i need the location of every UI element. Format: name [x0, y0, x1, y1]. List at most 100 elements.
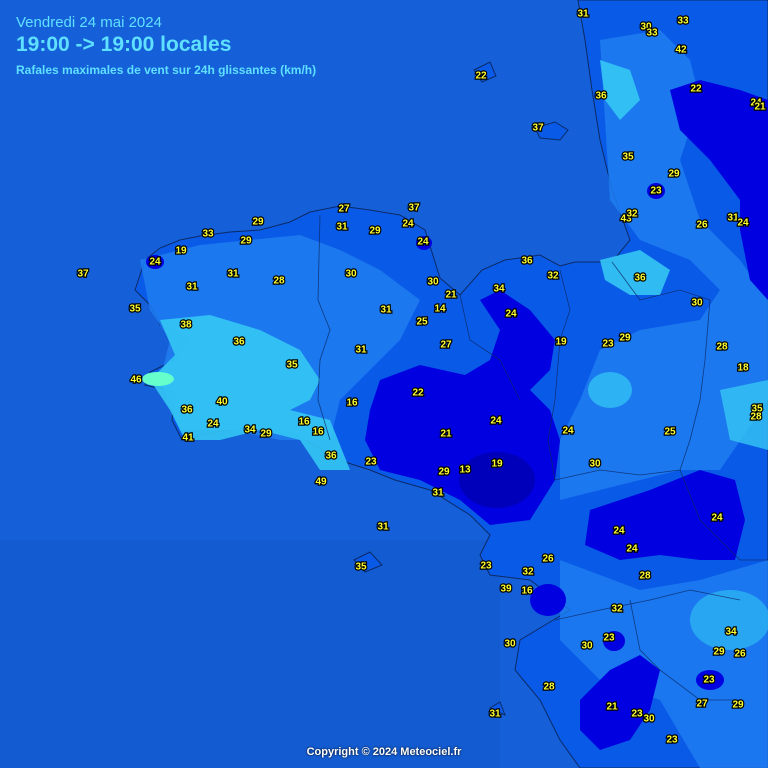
- zone-18-28-lorient: [530, 584, 566, 616]
- gust-value-label: 46: [130, 375, 142, 386]
- gust-value-label: 24: [402, 219, 414, 230]
- zone-36-40-mayenne: [690, 590, 768, 650]
- gust-value-label: 24: [505, 309, 517, 320]
- gust-value-label: 24: [613, 526, 625, 537]
- gust-value-label: 29: [668, 169, 680, 180]
- gust-value-label: 34: [244, 425, 256, 436]
- gust-value-label: 31: [186, 282, 198, 293]
- gust-value-label: 19: [555, 337, 567, 348]
- gust-value-label: 16: [346, 398, 358, 409]
- gust-value-label: 34: [493, 284, 505, 295]
- map-date: Vendredi 24 mai 2024: [16, 14, 162, 31]
- zone-36-40-baie: [588, 372, 632, 408]
- gust-value-label: 31: [227, 269, 239, 280]
- gust-value-label: 35: [355, 562, 367, 573]
- gust-value-label: 30: [589, 459, 601, 470]
- gust-value-label: 27: [440, 340, 452, 351]
- gust-value-label: 22: [412, 388, 424, 399]
- gust-value-label: 23: [603, 633, 615, 644]
- gust-value-label: 25: [416, 317, 428, 328]
- gust-value-label: 21: [754, 102, 766, 113]
- gust-value-label: 38: [180, 320, 192, 331]
- gust-value-label: 36: [325, 451, 337, 462]
- gust-value-label: 23: [602, 339, 614, 350]
- copyright-notice: Copyright © 2024 Meteociel.fr: [306, 746, 462, 758]
- gust-value-label: 30: [691, 298, 703, 309]
- gust-value-label: 28: [750, 412, 762, 423]
- gust-value-label: 24: [490, 416, 502, 427]
- gust-value-label: 28: [273, 276, 285, 287]
- gust-value-label: 22: [690, 84, 702, 95]
- gust-value-label: 42: [675, 45, 687, 56]
- gust-value-label: 31: [336, 222, 348, 233]
- gust-value-label: 30: [345, 269, 357, 280]
- gust-value-label: 29: [369, 226, 381, 237]
- gust-value-label: 29: [713, 647, 725, 658]
- gust-value-label: 33: [677, 16, 689, 27]
- gust-value-label: 29: [732, 700, 744, 711]
- gust-value-label: 21: [440, 429, 452, 440]
- gust-value-label: 29: [240, 236, 252, 247]
- gust-value-label: 16: [521, 586, 533, 597]
- sea-lower-shade: [0, 540, 500, 768]
- gust-value-label: 24: [149, 257, 161, 268]
- gust-value-label: 16: [298, 417, 310, 428]
- gust-value-label: 24: [562, 426, 574, 437]
- gust-value-label: 35: [129, 304, 141, 315]
- map-subtitle: Rafales maximales de vent sur 24h glissa…: [16, 63, 317, 77]
- gust-value-label: 29: [438, 467, 450, 478]
- gust-value-label: 36: [181, 405, 193, 416]
- gust-value-label: 32: [611, 604, 623, 615]
- gust-value-label: 19: [175, 246, 187, 257]
- gust-value-label: 24: [207, 419, 219, 430]
- gust-value-label: 30: [427, 277, 439, 288]
- gust-value-label: 39: [500, 584, 512, 595]
- gust-value-label: 30: [581, 641, 593, 652]
- gust-value-label: 31: [377, 522, 389, 533]
- gust-value-label: 31: [577, 9, 589, 20]
- gust-value-label: 40: [216, 397, 228, 408]
- gust-value-label: 29: [619, 333, 631, 344]
- gust-value-label: 36: [233, 337, 245, 348]
- gust-value-label: 28: [543, 682, 555, 693]
- gust-value-label: 32: [626, 209, 638, 220]
- gust-value-label: 24: [417, 237, 429, 248]
- gust-value-label: 16: [312, 427, 324, 438]
- gust-value-label: 24: [737, 218, 749, 229]
- gust-value-label: 28: [639, 571, 651, 582]
- gust-value-label: 30: [643, 714, 655, 725]
- gust-value-label: 31: [355, 345, 367, 356]
- gust-value-label: 24: [711, 513, 723, 524]
- zone-45-50-pointe: [142, 372, 174, 386]
- gust-value-label: 28: [716, 342, 728, 353]
- gust-value-label: 23: [666, 735, 678, 746]
- gust-value-label: 23: [365, 457, 377, 468]
- gust-value-label: 37: [408, 203, 420, 214]
- gust-value-label: 31: [380, 305, 392, 316]
- gust-value-label: 29: [260, 429, 272, 440]
- gust-value-label: 32: [522, 567, 534, 578]
- gust-value-label: 29: [252, 217, 264, 228]
- gust-value-label: 18: [737, 363, 749, 374]
- gust-value-label: 22: [475, 71, 487, 82]
- gust-value-label: 14: [434, 304, 446, 315]
- gust-value-label: 36: [595, 91, 607, 102]
- gust-value-label: 23: [703, 675, 715, 686]
- gust-value-label: 23: [480, 561, 492, 572]
- gust-value-label: 31: [489, 709, 501, 720]
- gust-value-label: 23: [650, 186, 662, 197]
- gust-value-label: 33: [202, 229, 214, 240]
- gust-value-label: 49: [315, 477, 327, 488]
- gust-value-label: 35: [286, 360, 298, 371]
- gust-value-label: 30: [504, 639, 516, 650]
- gust-value-label: 37: [532, 123, 544, 134]
- gust-value-label: 31: [432, 488, 444, 499]
- gust-value-label: 19: [491, 459, 503, 470]
- gust-value-label: 33: [646, 28, 658, 39]
- gust-value-label: 24: [626, 544, 638, 555]
- gust-value-label: 36: [634, 273, 646, 284]
- gust-value-label: 21: [445, 290, 457, 301]
- gust-value-label: 35: [622, 152, 634, 163]
- gust-value-label: 34: [725, 627, 737, 638]
- gust-value-label: 23: [631, 709, 643, 720]
